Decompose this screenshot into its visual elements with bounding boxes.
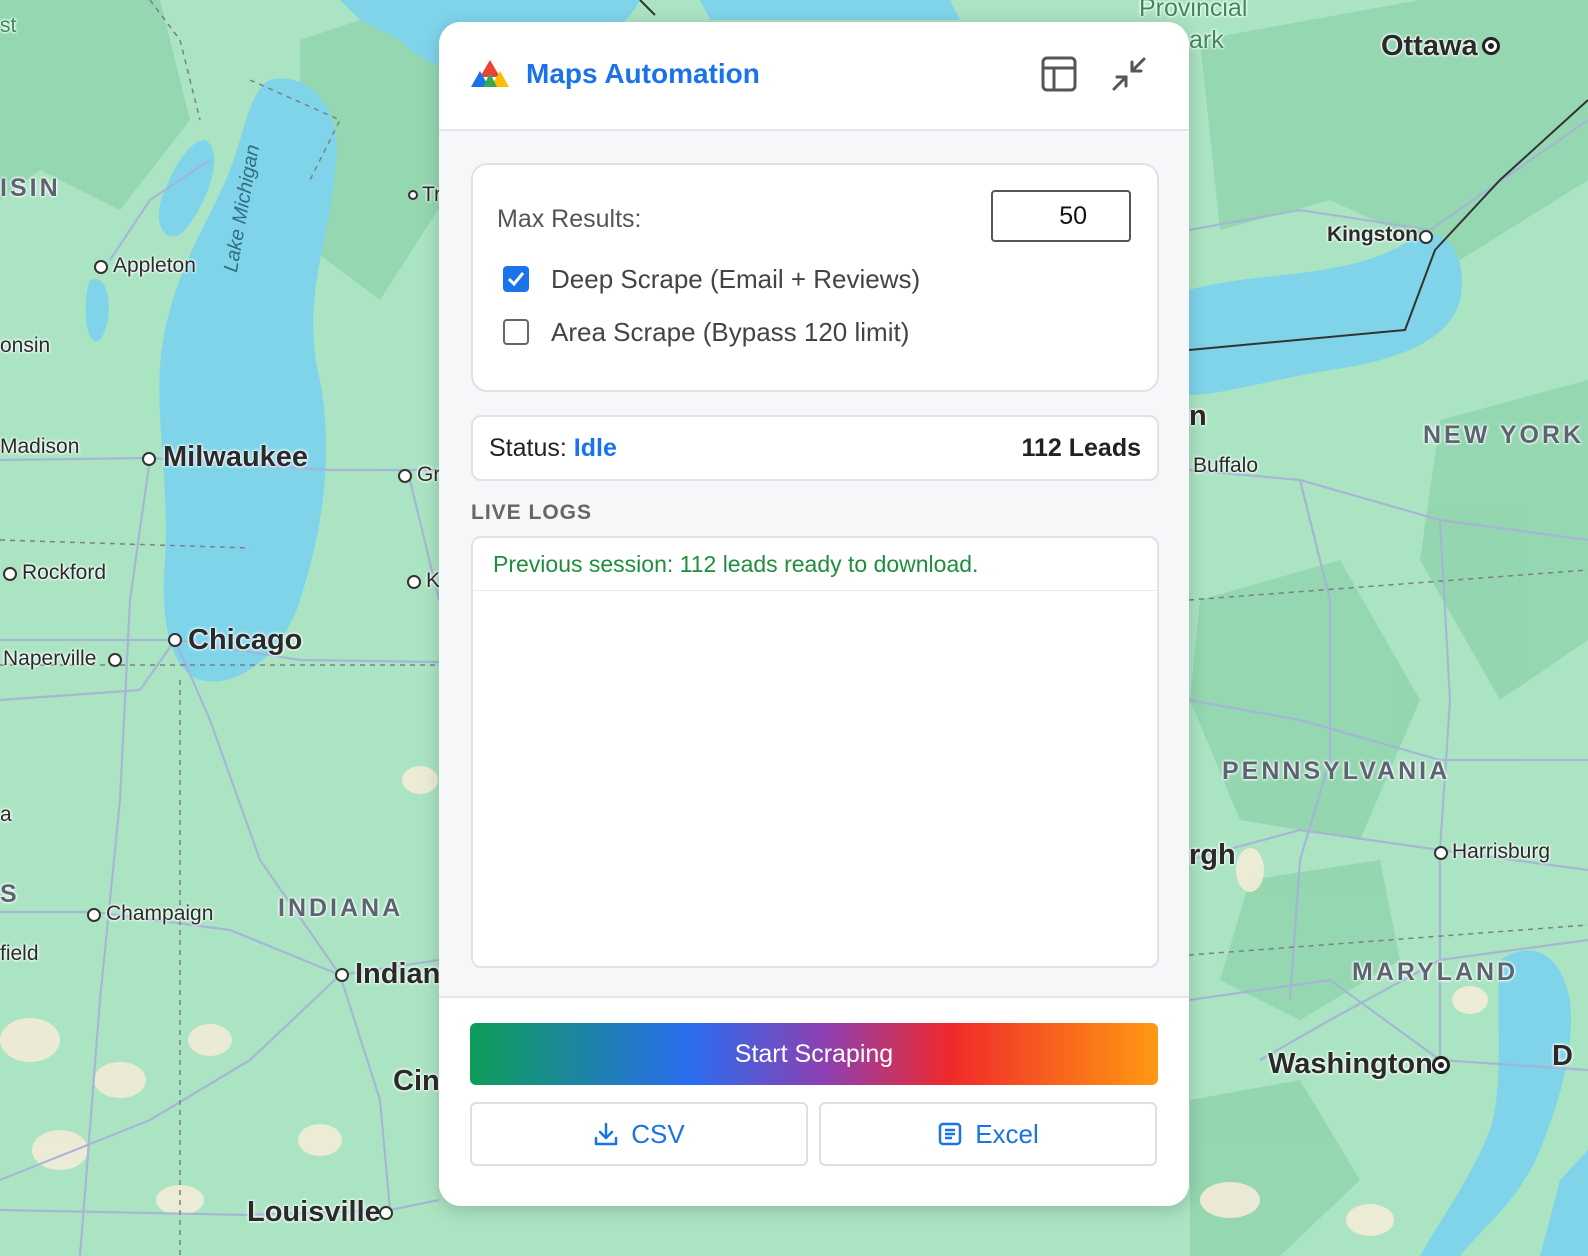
map-label-state: MARYLAND <box>1352 958 1519 986</box>
city-marker <box>379 1206 393 1220</box>
deep-scrape-option[interactable]: Deep Scrape (Email + Reviews) <box>503 264 920 294</box>
excel-button[interactable]: Excel <box>819 1102 1157 1166</box>
city-marker <box>108 653 122 667</box>
excel-label: Excel <box>975 1118 1039 1149</box>
city-marker <box>94 260 108 274</box>
capital-marker <box>1482 37 1500 55</box>
logs-title: LIVE LOGS <box>471 501 593 524</box>
map-label-partial: field <box>0 942 39 965</box>
spreadsheet-icon <box>938 1122 962 1146</box>
csv-label: CSV <box>631 1118 685 1149</box>
map-label-city: Ottawa <box>1381 30 1478 62</box>
map-label-partial: D <box>1552 1040 1573 1072</box>
max-results-label: Max Results: <box>497 205 642 233</box>
map-label-city: rgh <box>1189 839 1236 871</box>
map-label-city: Louisville <box>247 1196 381 1228</box>
app-logo-icon <box>471 60 509 87</box>
logs-box[interactable]: Previous session: 112 leads ready to dow… <box>471 536 1159 968</box>
panel-title: Maps Automation <box>526 58 760 89</box>
layout-toggle-button[interactable] <box>1037 52 1081 96</box>
city-marker <box>398 469 412 483</box>
layout-icon <box>1041 56 1077 92</box>
start-scraping-button[interactable]: Start Scraping <box>470 1023 1158 1085</box>
max-results-input[interactable]: 50 <box>991 190 1131 242</box>
map-label-park: Provincial <box>1139 0 1248 22</box>
city-marker <box>407 575 421 589</box>
status-bar: Status: Idle 112 Leads <box>471 415 1159 481</box>
panel-header: Maps Automation <box>439 22 1189 131</box>
panel-footer: Start Scraping CSV Excel <box>439 996 1189 1206</box>
leads-count: 112 Leads <box>1021 434 1141 462</box>
map-label-city: Cin <box>393 1065 440 1097</box>
map-label-city: Washington <box>1268 1048 1433 1080</box>
map-label-partial: st <box>0 14 17 37</box>
map-label-city: Milwaukee <box>163 441 309 473</box>
area-scrape-checkbox[interactable] <box>503 319 529 345</box>
map-label-city: Indian <box>355 958 441 990</box>
map-label-state: INDIANA <box>278 894 404 922</box>
city-marker <box>1434 846 1448 860</box>
collapse-icon <box>1112 57 1146 91</box>
map-label-partial: a <box>0 803 12 826</box>
city-marker <box>168 633 182 647</box>
map-label-partial: S <box>0 880 20 908</box>
map-label-partial: onsin <box>0 334 51 357</box>
area-scrape-option[interactable]: Area Scrape (Bypass 120 limit) <box>503 317 909 347</box>
map-label-city: Champaign <box>106 902 214 925</box>
deep-scrape-label: Deep Scrape (Email + Reviews) <box>551 263 921 294</box>
map-label-city: Chicago <box>188 624 303 656</box>
csv-button[interactable]: CSV <box>470 1102 808 1166</box>
map-label-city: Madison <box>0 435 80 458</box>
area-scrape-label: Area Scrape (Bypass 120 limit) <box>551 316 910 347</box>
download-icon <box>595 1122 618 1146</box>
deep-scrape-checkbox[interactable] <box>503 266 529 292</box>
city-marker <box>142 452 156 466</box>
settings-card: Max Results: 50 Deep Scrape (Email + Rev… <box>471 163 1159 392</box>
automation-panel: Maps Automation Max Results: 50 Deep Scr… <box>439 22 1189 1206</box>
status-text: Status: Idle <box>489 434 617 463</box>
city-marker <box>1419 230 1433 244</box>
capital-marker <box>1432 1056 1450 1074</box>
map-label-park: ark <box>1189 26 1224 54</box>
city-marker <box>335 968 349 982</box>
map-label-partial: K <box>426 569 441 592</box>
map-label-city: Naperville <box>3 647 97 670</box>
map-label-city: Appleton <box>113 254 196 277</box>
map-label-city: Buffalo <box>1193 454 1258 477</box>
map-label-state: NEW YORK <box>1423 421 1585 449</box>
map-label-city: Rockford <box>22 561 107 584</box>
status-label: Status: <box>489 434 567 462</box>
map-label-city: Kingston <box>1327 223 1418 246</box>
checkmark-icon <box>507 272 525 287</box>
map-label-state: ISIN <box>0 174 61 202</box>
map-label-partial: Gr <box>417 463 441 486</box>
log-line: Previous session: 112 leads ready to dow… <box>473 538 1157 591</box>
status-value: Idle <box>573 434 617 462</box>
city-marker <box>408 190 418 200</box>
map-label-city: Harrisburg <box>1452 840 1551 863</box>
map-label-state: PENNSYLVANIA <box>1222 757 1451 785</box>
city-marker <box>87 908 101 922</box>
map-label-partial: n <box>1189 400 1207 432</box>
city-marker <box>3 567 17 581</box>
collapse-button[interactable] <box>1107 52 1151 96</box>
